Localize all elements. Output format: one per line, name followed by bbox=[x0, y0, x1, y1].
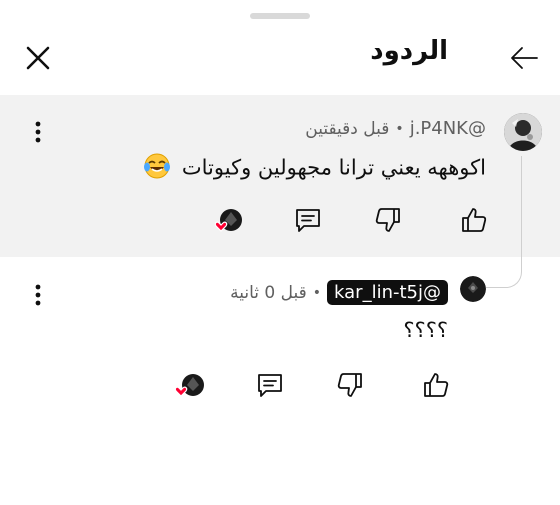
timestamp: قبل دقيقتين bbox=[305, 118, 390, 139]
thumbs-up-icon bbox=[424, 373, 449, 397]
replies-sheet: الردود @j.P4NK • قبل دقيقتين اكوههه يعني… bbox=[0, 0, 560, 505]
reply-reply-button[interactable] bbox=[252, 367, 288, 403]
face-with-tears-of-joy-icon bbox=[143, 152, 171, 185]
avatar[interactable] bbox=[504, 113, 542, 151]
reply-like-button[interactable] bbox=[418, 367, 454, 403]
reply-avatar[interactable] bbox=[460, 276, 486, 302]
close-icon bbox=[26, 46, 50, 70]
comment-text-row: اكوههه يعني ترانا مجهولين وكيوتات bbox=[143, 152, 486, 185]
meta-separator: • bbox=[395, 120, 404, 137]
close-button[interactable] bbox=[18, 38, 58, 78]
creator-heart-badge bbox=[214, 208, 242, 236]
comment-meta: @j.P4NK • قبل دقيقتين bbox=[305, 118, 486, 139]
meta-separator: • bbox=[312, 284, 322, 301]
reply-button[interactable] bbox=[290, 202, 326, 238]
back-button[interactable] bbox=[504, 38, 544, 78]
more-vertical-icon bbox=[35, 121, 41, 143]
reply-menu-button[interactable] bbox=[26, 281, 50, 309]
dislike-button[interactable] bbox=[370, 202, 406, 238]
drag-handle[interactable] bbox=[250, 13, 310, 19]
reply-text: ؟؟؟؟ bbox=[403, 318, 448, 342]
thumbs-down-icon bbox=[337, 373, 362, 397]
creator-heart-badge bbox=[174, 373, 204, 401]
thumbs-up-icon bbox=[462, 208, 487, 232]
comment-menu-button[interactable] bbox=[26, 118, 50, 146]
more-vertical-icon bbox=[35, 284, 41, 306]
reply-meta: @kar_lin-t5j • قبل 0 ثانية bbox=[230, 280, 448, 305]
arrow-left-icon bbox=[511, 47, 538, 69]
comment-icon bbox=[296, 209, 320, 232]
comment-icon bbox=[258, 374, 282, 397]
author-handle[interactable]: @j.P4NK bbox=[410, 118, 486, 139]
timestamp: قبل 0 ثانية bbox=[230, 282, 307, 303]
reply-dislike-button[interactable] bbox=[332, 367, 368, 403]
thumbs-down-icon bbox=[375, 208, 400, 232]
comment-text: اكوههه يعني ترانا مجهولين وكيوتات bbox=[181, 155, 486, 180]
author-handle-chip[interactable]: @kar_lin-t5j bbox=[327, 280, 448, 305]
page-title: الردود bbox=[370, 36, 448, 66]
header: الردود bbox=[0, 22, 560, 94]
like-button[interactable] bbox=[456, 202, 492, 238]
